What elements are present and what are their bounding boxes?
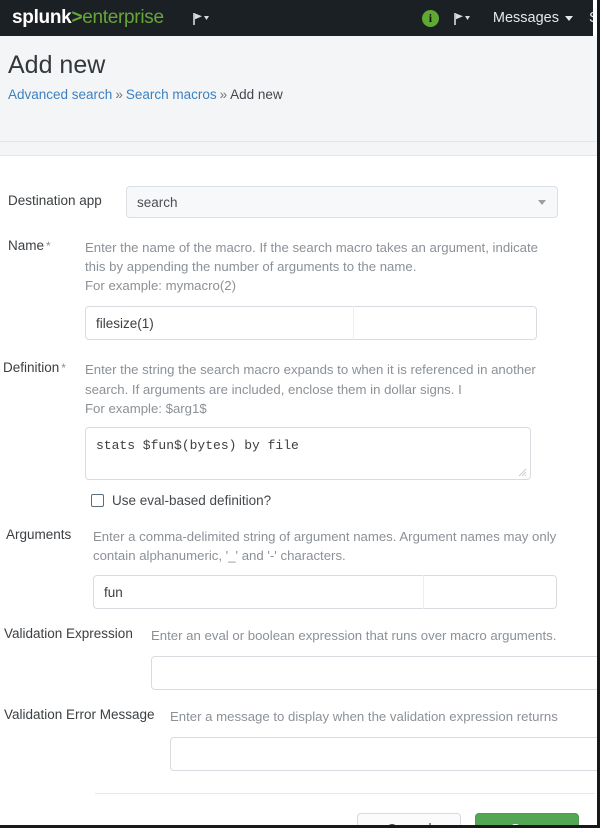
- breadcrumb-link-advanced-search[interactable]: Advanced search: [8, 87, 112, 102]
- field-row-definition: Definition* Enter the string the search …: [0, 340, 597, 479]
- breadcrumb-separator-1: »: [112, 87, 126, 102]
- brand-enterprise-text: enterprise: [82, 7, 164, 29]
- name-label: Name*: [8, 238, 85, 253]
- messages-menu[interactable]: Messages: [493, 10, 573, 26]
- field-row-destination-app: Destination app search: [0, 156, 597, 218]
- eval-based-definition-checkbox[interactable]: [91, 494, 104, 507]
- messages-menu-label: Messages: [493, 10, 559, 26]
- validation-error-message-hint-line-1: Enter a message to display when the vali…: [170, 707, 597, 726]
- arguments-input[interactable]: fun: [93, 575, 557, 609]
- splunk-add-new-macro-screen: splunk>enterprise i Messages: [0, 0, 600, 828]
- definition-textarea[interactable]: stats $fun$(bytes) by file: [85, 427, 531, 480]
- definition-hint-line-1: Enter the string the search macro expand…: [85, 360, 597, 379]
- breadcrumb: Advanced search»Search macros»Add new: [8, 87, 597, 102]
- definition-textarea-value: stats $fun$(bytes) by file: [96, 438, 299, 453]
- name-label-text: Name: [8, 238, 44, 253]
- destination-app-select[interactable]: search: [126, 186, 558, 218]
- validation-error-message-input[interactable]: [170, 737, 597, 771]
- breadcrumb-separator-2: »: [217, 87, 231, 102]
- brand-chevron-text: >: [71, 7, 82, 29]
- top-navigation-bar: splunk>enterprise i Messages: [0, 0, 597, 36]
- definition-field-group: Enter the string the search macro expand…: [85, 360, 597, 479]
- page-title: Add new: [8, 50, 597, 81]
- eval-based-definition-checkbox-row[interactable]: Use eval-based definition?: [91, 493, 271, 508]
- definition-hint-line-2: search. If arguments are included, enclo…: [85, 380, 597, 399]
- arguments-hint-line-2: contain alphanumeric, '_' and '-' charac…: [93, 546, 597, 565]
- arguments-input-seam-artifact: [423, 575, 424, 609]
- eval-based-definition-label: Use eval-based definition?: [112, 493, 271, 508]
- page-header: Add new Advanced search»Search macros»Ad…: [0, 36, 597, 142]
- definition-required-marker: *: [61, 361, 66, 375]
- brand-splunk-text: splunk: [12, 7, 71, 29]
- name-input[interactable]: filesize(1): [85, 306, 537, 340]
- definition-label: Definition*: [3, 360, 85, 375]
- breadcrumb-current: Add new: [230, 87, 283, 102]
- destination-app-label: Destination app: [8, 186, 126, 208]
- topbar-right-group: i Messages S: [422, 0, 597, 36]
- definition-hint-line-3: For example: $arg1$: [85, 399, 597, 418]
- chevron-down-icon: [565, 16, 573, 21]
- name-input-value: filesize(1): [96, 316, 154, 331]
- field-row-arguments: Arguments Enter a comma-delimited string…: [0, 508, 597, 609]
- name-hint-line-3: For example: mymacro(2): [85, 276, 597, 295]
- arguments-input-value: fun: [104, 585, 123, 600]
- info-icon[interactable]: i: [422, 10, 439, 27]
- field-row-validation-expression: Validation Expression Enter an eval or b…: [0, 609, 597, 690]
- pennant-dropdown-icon[interactable]: [192, 12, 210, 26]
- arguments-field-group: Enter a comma-delimited string of argume…: [93, 527, 597, 609]
- topbar-right-edge-strip: [593, 0, 597, 36]
- definition-label-text: Definition: [3, 360, 59, 375]
- destination-app-selected-value: search: [137, 195, 178, 210]
- breadcrumb-link-search-macros[interactable]: Search macros: [126, 87, 217, 102]
- name-field-group: Enter the name of the macro. If the sear…: [85, 238, 597, 340]
- name-hint-line-2: this by appending the number of argument…: [85, 257, 597, 276]
- field-row-eval-checkbox: Use eval-based definition?: [0, 480, 597, 508]
- form-action-buttons: Cancel Save: [0, 813, 597, 828]
- field-row-validation-error-message: Validation Error Message Enter a message…: [0, 690, 597, 771]
- validation-expression-hint-line-1: Enter an eval or boolean expression that…: [151, 626, 597, 645]
- name-input-seam-artifact: [353, 306, 354, 340]
- validation-error-message-field-group: Enter a message to display when the vali…: [170, 707, 597, 771]
- field-row-name: Name* Enter the name of the macro. If th…: [0, 218, 597, 340]
- validation-expression-label: Validation Expression: [4, 626, 151, 641]
- resize-grip-icon[interactable]: [518, 468, 527, 477]
- name-required-marker: *: [46, 239, 51, 253]
- validation-expression-input[interactable]: [151, 656, 597, 690]
- chevron-down-icon: [538, 200, 546, 205]
- add-macro-form: Destination app search Name* Enter the n…: [0, 156, 597, 828]
- form-footer-divider: [95, 793, 595, 794]
- validation-error-message-label: Validation Error Message: [4, 707, 170, 722]
- activity-pennant-icon[interactable]: [453, 12, 471, 26]
- arguments-hint-line-1: Enter a comma-delimited string of argume…: [93, 527, 597, 546]
- splunk-enterprise-logo[interactable]: splunk>enterprise: [12, 7, 164, 29]
- page-header-sub-strip: [0, 142, 597, 156]
- save-button[interactable]: Save: [475, 813, 579, 828]
- cancel-button[interactable]: Cancel: [357, 813, 461, 828]
- arguments-label: Arguments: [6, 527, 93, 542]
- validation-expression-field-group: Enter an eval or boolean expression that…: [151, 626, 597, 690]
- name-hint-line-1: Enter the name of the macro. If the sear…: [85, 238, 597, 257]
